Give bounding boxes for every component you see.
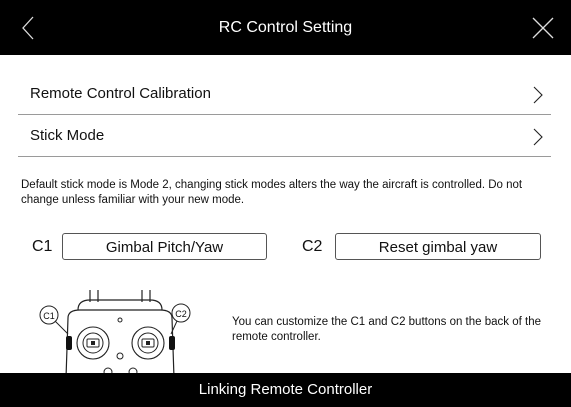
c1-function-select[interactable]: Gimbal Pitch/Yaw bbox=[62, 233, 267, 260]
c2-tag: C2 bbox=[175, 309, 187, 319]
close-icon[interactable] bbox=[531, 16, 555, 40]
c1-label: C1 bbox=[32, 238, 53, 255]
linking-remote-controller-button[interactable]: Linking Remote Controller bbox=[0, 373, 571, 407]
chevron-right-icon bbox=[533, 86, 543, 104]
c1-tag: C1 bbox=[43, 311, 55, 321]
c2-label: C2 bbox=[302, 238, 323, 255]
menu-item-label: Stick Mode bbox=[30, 127, 105, 144]
page-title: RC Control Setting bbox=[218, 19, 353, 36]
title-bar: RC Control Setting bbox=[0, 0, 571, 55]
remote-control-calibration-item[interactable]: Remote Control Calibration bbox=[18, 74, 551, 114]
divider bbox=[18, 156, 551, 157]
chevron-right-icon bbox=[533, 128, 543, 146]
stick-mode-note: Default stick mode is Mode 2, changing s… bbox=[21, 179, 523, 206]
remote-controller-illustration: C1 C2 bbox=[39, 290, 191, 378]
divider bbox=[18, 114, 551, 115]
c2-function-select[interactable]: Reset gimbal yaw bbox=[335, 233, 541, 260]
custom-buttons-info: You can customize the C1 and C2 buttons … bbox=[232, 316, 542, 343]
menu-item-label: Remote Control Calibration bbox=[30, 85, 211, 102]
stick-mode-item[interactable]: Stick Mode bbox=[18, 116, 551, 156]
